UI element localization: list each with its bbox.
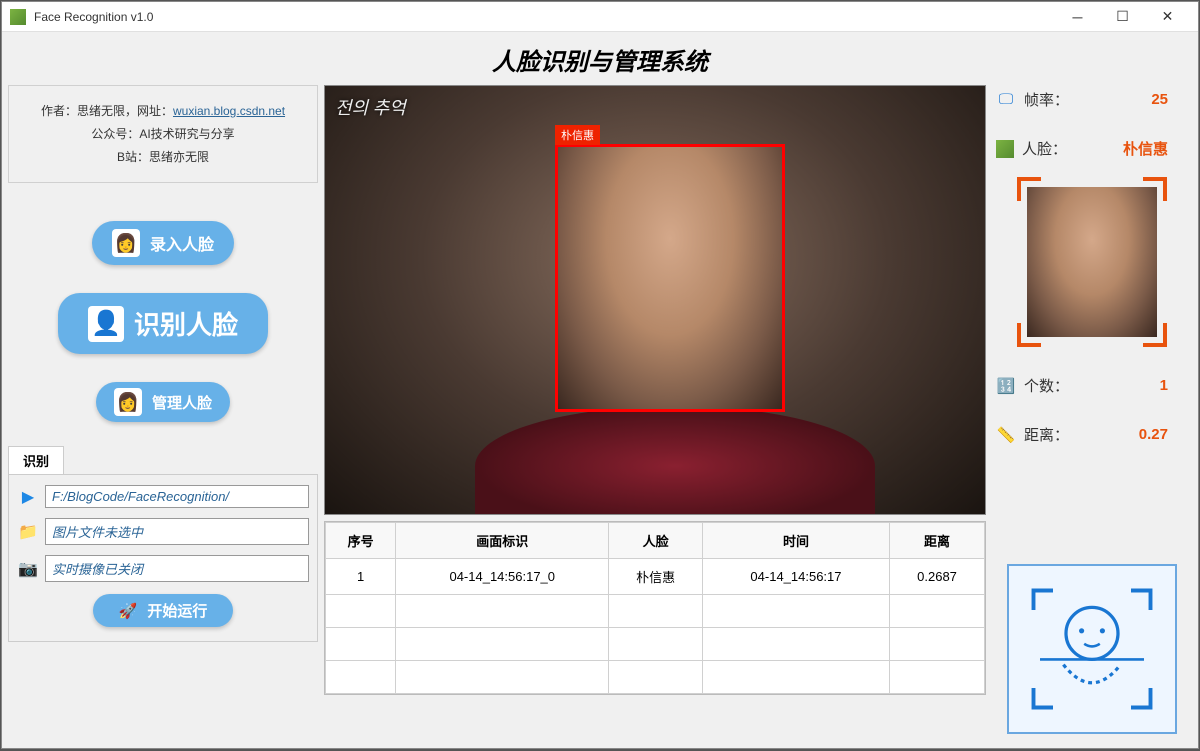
col-seq: 序号 bbox=[326, 523, 396, 559]
image-path-input[interactable]: 图片文件未选中 bbox=[45, 518, 309, 545]
recognize-face-button[interactable]: 👤 识别人脸 bbox=[58, 293, 268, 354]
counter-icon: 🔢 bbox=[996, 376, 1016, 396]
play-icon: ▶ bbox=[17, 486, 39, 508]
titlebar: Face Recognition v1.0 ─ ☐ ✕ bbox=[2, 2, 1198, 32]
folder-icon: 📁 bbox=[17, 521, 39, 543]
minimize-button[interactable]: ─ bbox=[1055, 3, 1100, 31]
page-title: 人脸识别与管理系统 bbox=[2, 32, 1198, 85]
app-icon bbox=[10, 9, 26, 25]
video-overlay-text: 전의 추억 bbox=[335, 94, 406, 120]
author-info: 作者：思绪无限，网址：wuxian.blog.csdn.net 公众号：AI技术… bbox=[8, 85, 318, 183]
camera-status-input[interactable]: 实时摄像已关闭 bbox=[45, 555, 309, 582]
results-table: 序号 画面标识 人脸 时间 距离 1 04-14_14:56:17_0 朴信惠 bbox=[324, 521, 986, 695]
person-icon: 👩 bbox=[112, 229, 140, 257]
app-window: Face Recognition v1.0 ─ ☐ ✕ 人脸识别与管理系统 作者… bbox=[1, 1, 1199, 749]
monitor-icon: 🖵 bbox=[996, 90, 1016, 110]
stat-count: 🔢 个数： 1 bbox=[996, 375, 1188, 396]
table-row[interactable]: 1 04-14_14:56:17_0 朴信惠 04-14_14:56:17 0.… bbox=[326, 559, 985, 595]
author-url-link[interactable]: wuxian.blog.csdn.net bbox=[173, 104, 285, 118]
col-distance: 距离 bbox=[890, 523, 985, 559]
manage-face-button[interactable]: 👩 管理人脸 bbox=[96, 382, 230, 422]
col-frame-id: 画面标识 bbox=[396, 523, 609, 559]
face-scan-icon: 👤 bbox=[88, 306, 124, 342]
face-scan-logo bbox=[1007, 564, 1177, 734]
col-time: 时间 bbox=[702, 523, 889, 559]
close-button[interactable]: ✕ bbox=[1145, 3, 1190, 31]
stat-face: 人脸： 朴信惠 bbox=[996, 138, 1188, 159]
maximize-button[interactable]: ☐ bbox=[1100, 3, 1145, 31]
face-label: 朴信惠 bbox=[555, 125, 600, 145]
stat-distance: 📏 距离： 0.27 bbox=[996, 424, 1188, 445]
distance-icon: 📏 bbox=[996, 425, 1016, 445]
rocket-icon: 🚀 bbox=[119, 602, 138, 620]
table-row bbox=[326, 661, 985, 694]
video-path-input[interactable]: F:/BlogCode/FaceRecognition/ bbox=[45, 485, 309, 508]
face-icon bbox=[996, 140, 1014, 158]
start-run-button[interactable]: 🚀 开始运行 bbox=[93, 594, 233, 627]
camera-icon: 📷 bbox=[17, 558, 39, 580]
table-row bbox=[326, 628, 985, 661]
stat-fps: 🖵 帧率： 25 bbox=[996, 89, 1188, 110]
tab-recognize[interactable]: 识别 bbox=[8, 446, 64, 474]
col-face: 人脸 bbox=[609, 523, 703, 559]
enroll-face-button[interactable]: 👩 录入人脸 bbox=[92, 221, 234, 265]
person-icon: 👩 bbox=[114, 388, 142, 416]
face-crop-preview bbox=[1017, 177, 1167, 347]
table-row bbox=[326, 595, 985, 628]
window-title: Face Recognition v1.0 bbox=[34, 10, 1055, 24]
video-preview: 전의 추억 朴信惠 bbox=[324, 85, 986, 515]
face-bounding-box: 朴信惠 bbox=[555, 144, 785, 412]
